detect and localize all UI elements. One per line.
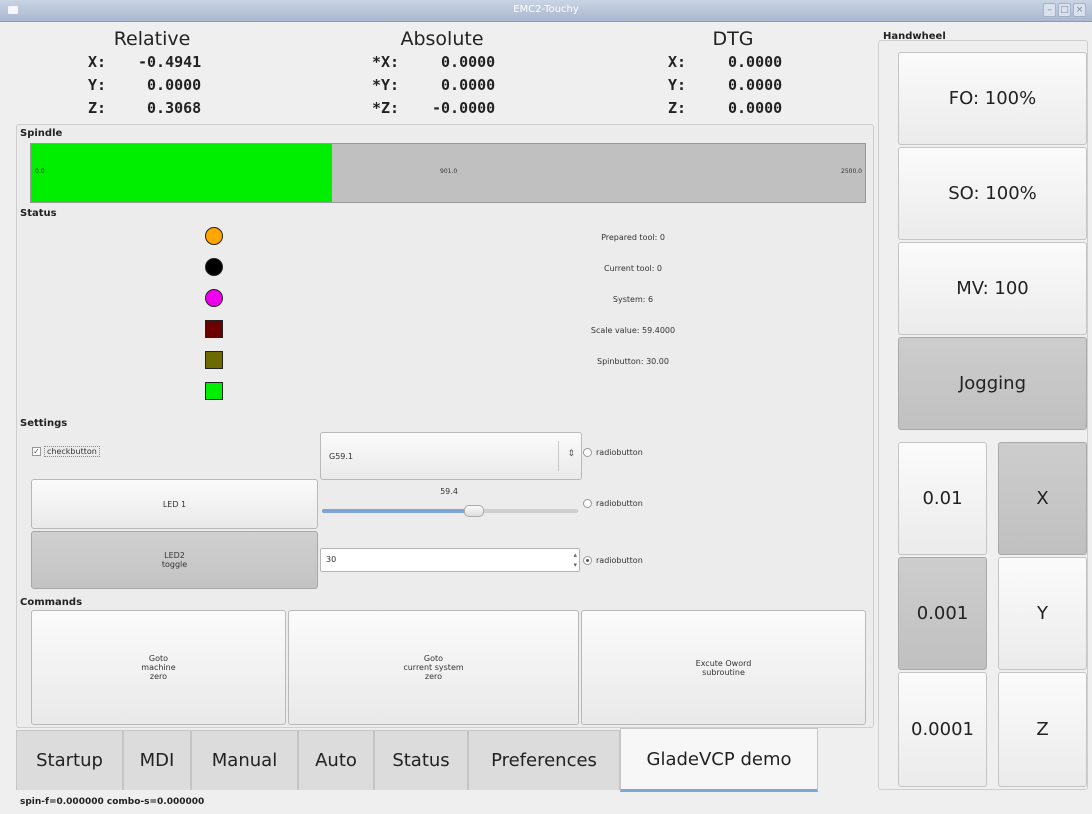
minimize-icon[interactable]: – xyxy=(1043,3,1056,17)
spindle-bar-fill xyxy=(31,144,332,202)
system-text: System: 6 xyxy=(612,295,654,304)
scale-handle[interactable] xyxy=(464,505,485,517)
coord-system-combo[interactable]: G59.1 ⇕ xyxy=(320,432,582,480)
scale-track[interactable] xyxy=(322,505,578,517)
axis-x-button[interactable]: X xyxy=(998,442,1087,555)
increment-0-01-button[interactable]: 0.01 xyxy=(898,442,987,555)
max-velocity-button[interactable]: MV: 100 xyxy=(898,242,1087,335)
status-led-5 xyxy=(205,351,223,369)
radiobutton-1[interactable]: radiobutton xyxy=(583,448,643,457)
radiobutton-3-label: radiobutton xyxy=(596,556,643,565)
current-tool-text: Current tool: 0 xyxy=(603,264,663,273)
spinbutton-text: Spinbutton: 30.00 xyxy=(597,357,669,366)
dro-abs-z-value: -0.0000 xyxy=(432,99,496,117)
led2-toggle-button[interactable]: LED2 toggle xyxy=(31,531,318,589)
settings-label: Settings xyxy=(20,418,68,429)
dro-abs-x-axis: *X: xyxy=(372,53,400,71)
scale-value-label: 59.4 xyxy=(440,487,458,496)
window-controls: – □ × xyxy=(1043,3,1086,17)
status-led-1 xyxy=(205,227,223,245)
radio-off-icon xyxy=(583,499,592,508)
tab-startup[interactable]: Startup xyxy=(16,730,123,790)
dro-dtg-z-axis: Z: xyxy=(668,99,687,117)
dro-rel-z-axis: Z: xyxy=(88,99,107,117)
dro-rel-z-value: 0.3068 xyxy=(138,99,202,117)
radiobutton-1-label: radiobutton xyxy=(596,448,643,457)
radiobutton-3[interactable]: radiobutton xyxy=(583,556,643,565)
dro-rel-y-axis: Y: xyxy=(88,76,107,94)
maximize-icon[interactable]: □ xyxy=(1058,3,1071,17)
spinbutton-value: 30 xyxy=(326,555,337,564)
checkbutton-label: checkbutton xyxy=(44,446,100,457)
combo-divider xyxy=(558,441,559,471)
commands-label: Commands xyxy=(20,597,83,608)
spinbutton[interactable]: 30 ▴ ▾ xyxy=(320,548,580,572)
radio-off-icon xyxy=(583,448,592,457)
execute-oword-button[interactable]: Excute Oword subroutine xyxy=(581,610,866,725)
radiobutton-2[interactable]: radiobutton xyxy=(583,499,643,508)
dro-dtg-z-value: 0.0000 xyxy=(728,99,783,117)
dro-dtg-x-axis: X: xyxy=(668,53,687,71)
scale-fill xyxy=(322,509,475,513)
dro-abs-y-value: 0.0000 xyxy=(432,76,496,94)
dro-abs-y-axis: *Y: xyxy=(372,76,400,94)
checkbutton[interactable]: ✓ checkbutton xyxy=(32,446,100,457)
dro-dtg-y-value: 0.0000 xyxy=(728,76,783,94)
spindle-max-label: 2500.0 xyxy=(841,168,862,175)
prepared-tool-text: Prepared tool: 0 xyxy=(601,233,665,242)
radiobutton-2-label: radiobutton xyxy=(596,499,643,508)
dro-abs-z-axis: *Z: xyxy=(372,99,400,117)
combo-value: G59.1 xyxy=(329,451,354,461)
tab-gladevcp-demo[interactable]: GladeVCP demo xyxy=(620,728,818,792)
status-led-6 xyxy=(205,382,223,400)
status-label: Status xyxy=(20,208,57,219)
spin-down-icon[interactable]: ▾ xyxy=(573,560,577,570)
status-led-2 xyxy=(205,258,223,276)
spindle-value-label: 901.0 xyxy=(440,168,458,175)
dro-rel-y-value: 0.0000 xyxy=(138,76,202,94)
scale-value-text: Scale value: 59.4000 xyxy=(590,326,676,335)
spindle-bar: 0.0 901.0 2500.0 xyxy=(30,143,866,203)
tab-status[interactable]: Status xyxy=(374,730,468,790)
jogging-button[interactable]: Jogging xyxy=(898,337,1087,430)
tab-mdi[interactable]: MDI xyxy=(123,730,191,790)
tab-preferences[interactable]: Preferences xyxy=(468,730,620,790)
status-led-4 xyxy=(205,320,223,338)
increment-0-0001-button[interactable]: 0.0001 xyxy=(898,672,987,787)
goto-machine-zero-button[interactable]: Goto machine zero xyxy=(31,610,286,725)
axis-z-button[interactable]: Z xyxy=(998,672,1087,787)
spindle-override-button[interactable]: SO: 100% xyxy=(898,147,1087,240)
status-bar-text: spin-f=0.000000 combo-s=0.000000 xyxy=(20,797,205,807)
dro-abs-x-value: 0.0000 xyxy=(432,53,496,71)
radio-on-icon xyxy=(583,556,592,565)
dro-dtg-heading: DTG xyxy=(712,28,754,50)
spin-up-icon[interactable]: ▴ xyxy=(573,550,577,560)
dro-dtg-x-value: 0.0000 xyxy=(728,53,783,71)
tab-manual[interactable]: Manual xyxy=(191,730,298,790)
title-bar: EMC2-Touchy – □ × xyxy=(0,0,1092,22)
combo-arrows-icon: ⇕ xyxy=(567,449,575,459)
status-led-3 xyxy=(205,289,223,307)
dro-dtg-y-axis: Y: xyxy=(668,76,687,94)
dro-rel-x-value: -0.4941 xyxy=(138,53,202,71)
axis-y-button[interactable]: Y xyxy=(998,557,1087,670)
dro-relative-heading: Relative xyxy=(113,28,191,50)
dro-rel-x-axis: X: xyxy=(88,53,107,71)
dro-absolute-heading: Absolute xyxy=(400,28,484,50)
checkbox-checked-icon[interactable]: ✓ xyxy=(32,447,41,456)
goto-system-zero-button[interactable]: Goto current system zero xyxy=(288,610,579,725)
led1-button[interactable]: LED 1 xyxy=(31,479,318,529)
spindle-min-label: 0.0 xyxy=(35,168,45,175)
increment-0-001-button[interactable]: 0.001 xyxy=(898,557,987,670)
window-title: EMC2-Touchy xyxy=(513,4,579,15)
tab-auto[interactable]: Auto xyxy=(298,730,374,790)
spindle-label: Spindle xyxy=(20,128,63,139)
close-icon[interactable]: × xyxy=(1073,3,1086,17)
feed-override-button[interactable]: FO: 100% xyxy=(898,52,1087,145)
